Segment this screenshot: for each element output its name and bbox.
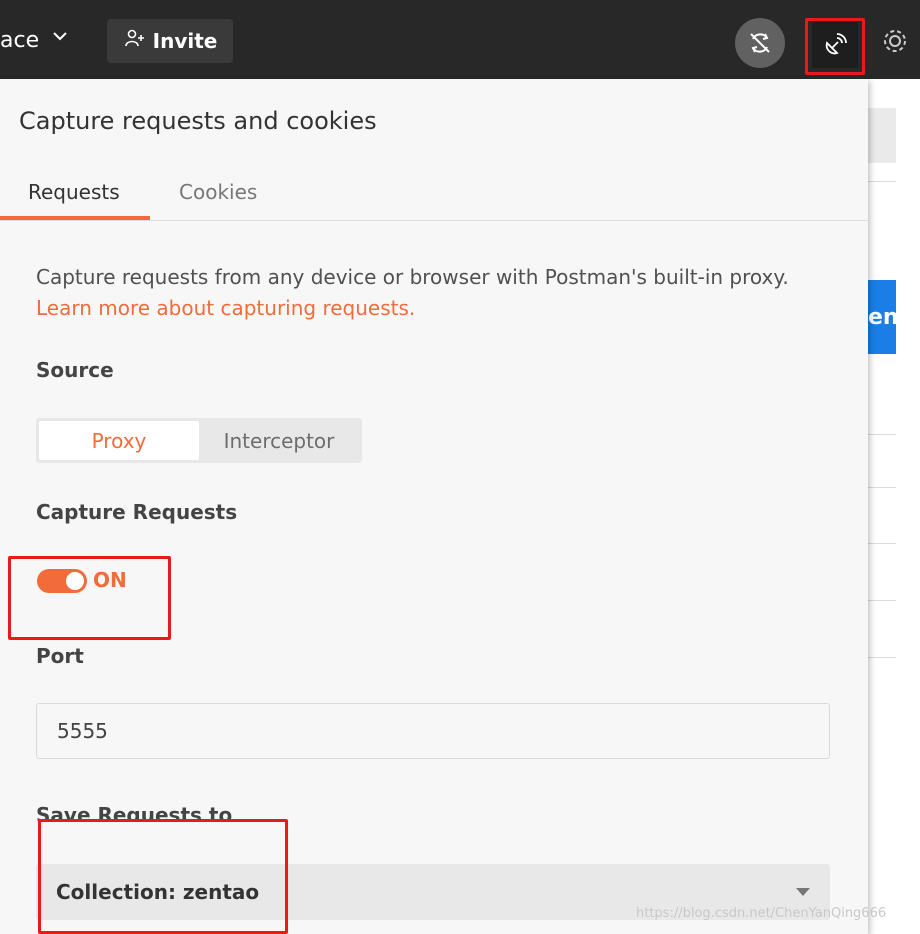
source-segmented-control: Proxy Interceptor	[36, 418, 362, 463]
dropdown-caret-icon	[796, 888, 810, 896]
background-divider	[868, 181, 896, 182]
workspace-switcher-label[interactable]: ace	[0, 28, 39, 53]
save-requests-label: Save Requests to	[36, 803, 233, 821]
background-divider	[868, 434, 896, 435]
source-label: Source	[36, 358, 114, 382]
source-option-interceptor[interactable]: Interceptor	[199, 421, 359, 460]
description-text: Capture requests from any device or brow…	[36, 265, 789, 289]
source-option-proxy[interactable]: Proxy	[39, 421, 199, 460]
learn-more-link[interactable]: Learn more about capturing requests.	[36, 296, 415, 320]
top-bar: ace Invite	[0, 0, 920, 79]
watermark: https://blog.csdn.net/ChenYanQing666	[636, 906, 887, 921]
background-divider	[868, 657, 896, 658]
background-divider	[868, 600, 896, 601]
capture-satellite-icon[interactable]	[812, 22, 858, 68]
capture-description: Capture requests from any device or brow…	[36, 262, 796, 324]
background-send-button-label: en	[868, 304, 896, 330]
background-app-area	[868, 79, 920, 934]
save-requests-value: Collection: zentao	[56, 880, 260, 904]
tab-cookies[interactable]: Cookies	[179, 180, 257, 204]
chevron-down-icon[interactable]	[52, 28, 68, 46]
add-user-icon	[123, 28, 145, 55]
capture-toggle-state: ON	[93, 568, 127, 592]
port-label: Port	[36, 644, 84, 668]
capture-requests-toggle[interactable]	[37, 569, 87, 593]
toggle-knob	[66, 572, 84, 590]
invite-button-label: Invite	[152, 29, 218, 53]
tab-requests[interactable]: Requests	[28, 180, 120, 204]
background-url-bar	[868, 108, 896, 163]
gear-icon[interactable]	[880, 26, 910, 56]
background-divider	[868, 487, 896, 488]
tab-divider	[0, 220, 868, 221]
background-divider	[868, 543, 896, 544]
panel-title: Capture requests and cookies	[19, 107, 377, 135]
invite-button[interactable]: Invite	[107, 19, 233, 63]
port-input[interactable]	[36, 703, 830, 759]
background-send-button[interactable]: en	[868, 280, 896, 354]
capture-requests-label: Capture Requests	[36, 500, 238, 524]
sync-off-icon[interactable]	[735, 18, 785, 68]
